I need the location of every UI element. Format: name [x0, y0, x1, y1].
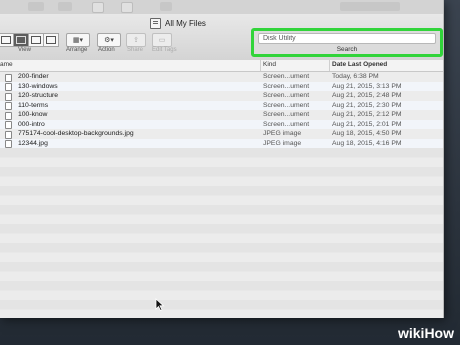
- list-view-button[interactable]: [13, 33, 29, 47]
- search-input[interactable]: [258, 33, 436, 44]
- file-date: Aug 18, 2015, 4:16 PM: [332, 139, 402, 147]
- table-row[interactable]: 100-know Screen...ument Aug 21, 2015, 2:…: [0, 110, 443, 120]
- file-date: Aug 21, 2015, 3:13 PM: [332, 82, 402, 90]
- file-name: 775174-cool-desktop-backgrounds.jpg: [18, 130, 134, 138]
- arrange-button[interactable]: ▦▾: [66, 33, 90, 47]
- action-label: Action: [98, 47, 115, 53]
- document-icon: [5, 111, 12, 120]
- gear-icon: ⚙▾: [104, 37, 114, 44]
- edit-tags-button[interactable]: ▭: [152, 33, 172, 47]
- share-label: Share: [127, 47, 144, 53]
- table-row[interactable]: 120-structure Screen...ument Aug 21, 201…: [0, 91, 443, 101]
- all-my-files-icon: [150, 17, 161, 29]
- file-kind: Screen...ument: [263, 92, 310, 100]
- file-kind: Screen...ument: [263, 111, 310, 119]
- file-date: Aug 21, 2015, 2:01 PM: [332, 120, 402, 128]
- file-date: Aug 18, 2015, 4:50 PM: [332, 130, 402, 138]
- cover-flow-icon: [46, 36, 56, 44]
- file-name: 100-know: [18, 111, 48, 119]
- column-view-icon: [31, 36, 41, 44]
- table-row[interactable]: 200-finder Screen...ument Today, 6:38 PM: [0, 72, 443, 82]
- list-header: ame Kind Date Last Opened: [0, 60, 443, 72]
- file-kind: JPEG image: [263, 130, 302, 138]
- arrange-grid-icon: ▦▾: [72, 37, 84, 44]
- cover-flow-button[interactable]: [43, 33, 59, 47]
- previous-toolbar-strip: [0, 0, 443, 15]
- file-name: 130-windows: [18, 82, 58, 90]
- edit-tags-label: Edit Tags: [152, 47, 177, 53]
- watermark-wiki: wiki: [397, 325, 425, 341]
- window-title: All My Files: [150, 17, 206, 29]
- file-name: 000-intro: [18, 120, 45, 128]
- document-icon: [5, 92, 12, 101]
- image-file-icon: [5, 130, 12, 139]
- file-kind: Screen...ument: [263, 101, 310, 109]
- file-kind: Screen...ument: [263, 82, 310, 90]
- document-icon: [5, 102, 12, 110]
- view-label: View: [18, 47, 31, 53]
- column-header-name[interactable]: ame: [0, 61, 13, 68]
- document-icon: [5, 121, 12, 129]
- file-name: 120-structure: [18, 92, 59, 100]
- column-header-date-last-opened[interactable]: Date Last Opened: [332, 61, 387, 68]
- icon-view-icon: [1, 36, 11, 44]
- table-row[interactable]: 110-terms Screen...ument Aug 21, 2015, 2…: [0, 100, 443, 110]
- file-list: ame Kind Date Last Opened 200-finder Scr…: [0, 60, 443, 318]
- image-file-icon: [5, 140, 12, 148]
- table-row[interactable]: 000-intro Screen...ument Aug 21, 2015, 2…: [0, 119, 443, 129]
- file-kind: Screen...ument: [263, 120, 310, 128]
- file-name: 200-finder: [18, 73, 49, 81]
- wikihow-watermark: wikiHow: [398, 325, 454, 341]
- list-view-icon: [16, 36, 26, 44]
- icon-view-button[interactable]: [0, 33, 14, 47]
- file-date: Aug 21, 2015, 2:12 PM: [332, 111, 402, 119]
- share-icon: ⇪: [133, 37, 139, 44]
- table-row[interactable]: 130-windows Screen...ument Aug 21, 2015,…: [0, 81, 443, 91]
- mouse-pointer-icon: [155, 298, 165, 311]
- action-button[interactable]: ⚙▾: [97, 33, 121, 47]
- column-view-button[interactable]: [28, 33, 44, 47]
- view-segmented-control: [0, 33, 59, 47]
- file-date: Aug 21, 2015, 2:30 PM: [332, 101, 402, 109]
- file-date: Aug 21, 2015, 2:48 PM: [332, 92, 402, 100]
- document-icon: [5, 83, 12, 91]
- empty-list-area: [0, 148, 443, 318]
- window-title-text: All My Files: [165, 18, 206, 28]
- share-button[interactable]: ⇪: [126, 33, 146, 47]
- file-name: 12344.jpg: [18, 139, 48, 147]
- file-date: Today, 6:38 PM: [332, 73, 379, 81]
- document-icon: [5, 73, 12, 82]
- file-kind: Screen...ument: [263, 73, 310, 81]
- file-name: 110-terms: [18, 101, 49, 109]
- watermark-how: How: [424, 325, 454, 341]
- file-kind: JPEG image: [263, 139, 302, 147]
- search-field-highlight: Search: [251, 28, 443, 57]
- tag-icon: ▭: [158, 37, 166, 44]
- column-header-kind[interactable]: Kind: [263, 61, 276, 68]
- arrange-label: Arrange: [66, 47, 88, 53]
- finder-window: All My Files View ▦▾ Arrange ⚙▾ Action ⇪…: [0, 0, 444, 318]
- table-row[interactable]: 12344.jpg JPEG image Aug 18, 2015, 4:16 …: [0, 138, 443, 148]
- search-label: Search: [336, 46, 358, 53]
- table-row[interactable]: 775174-cool-desktop-backgrounds.jpg JPEG…: [0, 129, 443, 139]
